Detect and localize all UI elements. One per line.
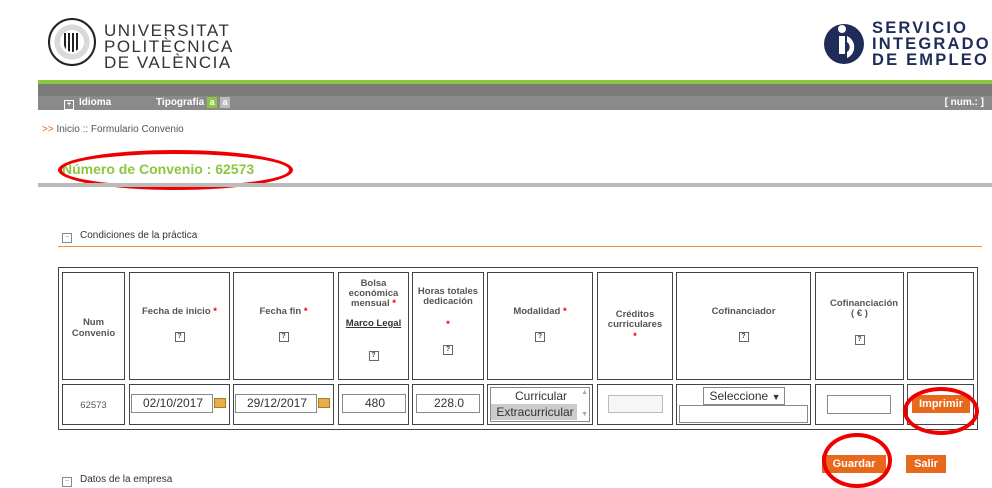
collapse-icon: − xyxy=(62,233,72,243)
header-cofinanciador: Cofinanciador ? xyxy=(676,272,811,380)
scroll-up-icon[interactable]: ▲ xyxy=(581,389,588,397)
calendar-icon[interactable] xyxy=(214,398,226,408)
header-modalidad: Modalidad * ? xyxy=(487,272,593,380)
cell-creditos xyxy=(597,384,673,425)
horas-input[interactable]: 228.0 xyxy=(416,394,480,413)
chevron-down-icon: ▼ xyxy=(771,392,781,402)
top-gray-bar xyxy=(38,84,992,96)
cofinanciador-select[interactable]: Seleccione ▼ xyxy=(703,387,785,405)
help-icon[interactable]: ? xyxy=(738,332,749,342)
breadcrumb: >> Inicio :: Formulario Convenio xyxy=(42,124,184,135)
help-icon[interactable]: ? xyxy=(278,332,289,342)
calendar-icon[interactable] xyxy=(318,398,330,408)
header-num-convenio: Num Convenio xyxy=(62,272,125,380)
highlight-oval-imprimir xyxy=(903,387,979,435)
header-cofinanciacion: Cofinanciación ( € ) ? xyxy=(815,272,904,380)
section-company-header[interactable]: − Datos de la empresa xyxy=(62,474,172,487)
cell-cofinanciacion xyxy=(815,384,904,425)
scroll-down-icon[interactable]: ▼ xyxy=(581,411,588,419)
fecha-fin-input[interactable]: 29/12/2017 xyxy=(235,394,317,413)
menu-bar: + Idioma Tipografía a a [ num.: ] xyxy=(38,96,992,110)
header-actions xyxy=(907,272,974,380)
num-indicator: [ num.: ] xyxy=(944,97,984,108)
cell-num: 62573 xyxy=(62,384,125,425)
cofinanciacion-input[interactable] xyxy=(827,395,891,414)
title-divider xyxy=(38,183,992,187)
sie-logo[interactable]: SERVICIO INTEGRADO DE EMPLEO xyxy=(816,19,991,74)
creditos-input[interactable] xyxy=(608,395,663,413)
tipografia-menu: Tipografía a a xyxy=(156,97,231,108)
help-icon[interactable]: ? xyxy=(535,332,545,342)
help-icon[interactable]: ? xyxy=(443,345,453,355)
modalidad-listbox[interactable]: Curricular Extracurricular ▲ ▼ xyxy=(490,387,590,422)
header-fecha-inicio: Fecha de inicio * ? xyxy=(129,272,230,380)
header-bolsa-economica: Bolsa económica mensual * Marco Legal ? xyxy=(338,272,409,380)
highlight-oval-guardar xyxy=(822,433,892,488)
collapse-icon: − xyxy=(62,477,72,487)
help-icon[interactable]: ? xyxy=(174,332,185,342)
header-horas: Horas totales dedicación * ? xyxy=(412,272,484,380)
cell-fecha-fin: 29/12/2017 xyxy=(233,384,334,425)
expand-icon: + xyxy=(64,100,74,110)
section-conditions-header[interactable]: − Condiciones de la práctica xyxy=(62,230,197,243)
upv-seal-icon xyxy=(48,18,96,66)
font-smaller-button[interactable]: a xyxy=(220,97,231,108)
section-divider xyxy=(58,246,982,247)
modalidad-option-curricular[interactable]: Curricular xyxy=(491,388,589,404)
cell-fecha-inicio: 02/10/2017 xyxy=(129,384,230,425)
idioma-menu[interactable]: + Idioma xyxy=(64,97,111,110)
cofinanciador-extra-input[interactable] xyxy=(679,405,808,423)
header-fecha-fin: Fecha fin * ? xyxy=(233,272,334,380)
modalidad-option-extracurricular[interactable]: Extracurricular xyxy=(491,404,577,420)
upv-logo-text: UNIVERSITAT POLITÈCNICA DE VALÈNCIA xyxy=(104,21,234,72)
help-icon[interactable]: ? xyxy=(854,335,865,345)
help-icon[interactable]: ? xyxy=(368,351,379,361)
bolsa-input[interactable]: 480 xyxy=(342,394,406,413)
cell-bolsa: 480 xyxy=(338,384,409,425)
breadcrumb-text[interactable]: Inicio :: Formulario Convenio xyxy=(56,124,183,135)
upv-logo[interactable]: UNIVERSITAT POLITÈCNICA DE VALÈNCIA xyxy=(48,18,348,74)
cell-horas: 228.0 xyxy=(412,384,484,425)
sie-logo-text: SERVICIO INTEGRADO DE EMPLEO xyxy=(872,19,991,69)
breadcrumb-arrow: >> xyxy=(42,124,54,135)
cell-modalidad: Curricular Extracurricular ▲ ▼ xyxy=(487,384,593,425)
fecha-inicio-input[interactable]: 02/10/2017 xyxy=(131,394,213,413)
cell-cofinanciador: Seleccione ▼ xyxy=(676,384,811,425)
header-creditos: Créditos curriculares * xyxy=(597,272,673,380)
salir-button[interactable]: Salir xyxy=(906,455,946,473)
marco-legal-link[interactable]: Marco Legal xyxy=(339,319,408,329)
font-larger-button[interactable]: a xyxy=(207,97,218,108)
sie-mark-icon xyxy=(824,24,864,64)
